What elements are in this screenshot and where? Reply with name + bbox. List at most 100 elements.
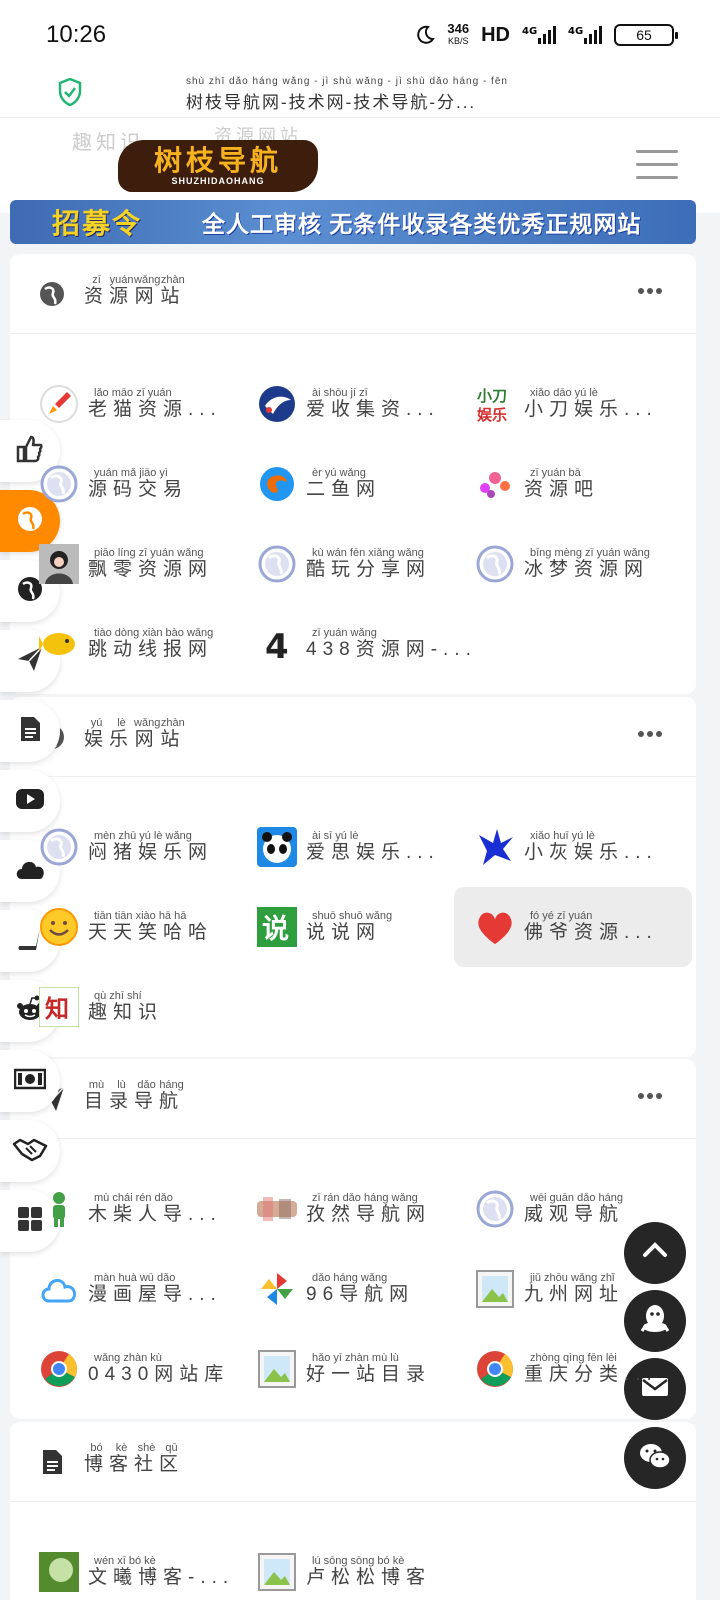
title-char: dǎo 导 (134, 1079, 159, 1113)
title-char: lù 录 (109, 1079, 134, 1113)
security-shield-icon[interactable] (58, 78, 82, 106)
smiley-icon (38, 906, 80, 948)
site-name: zī yuán wǎng 438资源网-... (306, 627, 477, 661)
site-name: tiān tiān xiào hā hā 天天笑哈哈 (88, 910, 213, 944)
site-label: 好一站目录 (306, 1364, 432, 1385)
title-hanzi: 乐 (109, 729, 135, 750)
site-link[interactable]: zī rán dǎo háng wǎng 孜然导航网 (228, 1169, 446, 1249)
site-name: xiǎo dāo yú lè 小刀娱乐... (524, 387, 658, 421)
nav-handshake-icon[interactable] (0, 1120, 60, 1182)
site-pinyin: ài sī yú lè (312, 830, 359, 842)
panda-icon (256, 826, 298, 868)
more-icon[interactable] (638, 1093, 662, 1099)
site-link[interactable]: ài sī yú lè 爱思娱乐... (228, 807, 446, 887)
more-icon[interactable] (638, 288, 662, 294)
site-pinyin: wǎng zhàn kù (94, 1352, 162, 1364)
site-link[interactable]: kù wán fēn xiǎng wǎng 酷玩分享网 (228, 524, 446, 604)
nav-document-icon[interactable] (0, 700, 60, 762)
chevron-up-button[interactable] (624, 1222, 686, 1284)
site-label: 96导航网 (306, 1284, 415, 1305)
site-name: bīng mèng zī yuán wǎng 冰梦资源网 (524, 547, 650, 581)
site-link[interactable]: hǎo yī zhàn mù lù 好一站目录 (228, 1329, 446, 1409)
site-link[interactable]: èr yú wǎng 二鱼网 (228, 444, 446, 524)
site-link[interactable]: ài shōu jí zī 爱收集资... (228, 364, 446, 444)
signal-icon-2: 4G (568, 26, 602, 44)
site-label: 漫画屋导... (88, 1284, 222, 1305)
site-name: zī yuán bā 资源吧 (524, 467, 599, 501)
svg-text:知: 知 (45, 995, 69, 1023)
title-char: yuán 源 (109, 274, 134, 308)
section-header: mù 目 lù 录 dǎo 导 háng 航 (10, 1059, 696, 1139)
globe-icon (474, 543, 516, 585)
logo-text: 树枝导航 (153, 144, 282, 177)
site-name: zhòng qìng fēn lèi 重庆分类... (524, 1352, 658, 1386)
wechat-button[interactable] (624, 1427, 686, 1489)
dots-icon (474, 463, 516, 505)
site-link[interactable]: 说 shuō shuō wǎng 说说网 (228, 887, 446, 967)
site-name: dǎo háng wǎng 96导航网 (306, 1272, 414, 1306)
title-hanzi: 站 (160, 286, 186, 307)
more-icon[interactable] (638, 731, 662, 737)
section-header: bó 博 kè 客 shè 社 qū 区 (10, 1422, 696, 1502)
hamburger-menu-icon[interactable] (636, 150, 678, 182)
section-title: mù 目 lù 录 dǎo 导 háng 航 (84, 1079, 184, 1113)
money-icon (13, 1068, 47, 1095)
avatar-icon (38, 543, 80, 585)
status-bar: 10:26 346 KB/S HD 4G 4G 65 (0, 0, 720, 70)
nav-youtube-icon[interactable] (0, 770, 60, 832)
site-link[interactable]: dǎo háng wǎng 96导航网 (228, 1249, 446, 1329)
site-pinyin: zī yuán bā (530, 467, 581, 479)
title-char: zhàn 站 (160, 274, 185, 308)
site-pinyin: èr yú wǎng (312, 467, 366, 479)
site-pinyin: màn huà wū dǎo (94, 1272, 176, 1284)
site-link[interactable]: màn huà wū dǎo 漫画屋导... (10, 1249, 228, 1329)
site-link[interactable]: xiǎo huī yú lè 小灰娱乐... (446, 807, 664, 887)
svg-text:小刀: 小刀 (477, 387, 507, 405)
site-label: 小灰娱乐... (524, 842, 658, 863)
page-title: 树枝导航网-技术网-技术导航-分... (186, 93, 477, 112)
title-char: mù 目 (84, 1079, 109, 1113)
site-name: jiǔ zhōu wǎng zhǐ 九州网址 (524, 1272, 624, 1306)
logo-subtext: SHUZHIDAOHANG (171, 176, 265, 186)
knife-logo-icon: 小刀 娱乐 (474, 383, 516, 425)
title-pinyin: háng (159, 1079, 184, 1091)
site-name: kù wán fēn xiǎng wǎng 酷玩分享网 (306, 547, 431, 581)
site-label: 佛爷资源... (524, 922, 658, 943)
site-label: 趣知识 (88, 1002, 164, 1023)
title-char: yú 娱 (84, 717, 109, 751)
site-link[interactable]: wǎng zhàn kù 0430网站库 (10, 1329, 228, 1409)
site-name: ài sī yú lè 爱思娱乐... (306, 830, 440, 864)
site-link[interactable]: lú sōng sōng bó kè 卢松松博客 (228, 1532, 446, 1600)
site-pinyin: dǎo háng wǎng (312, 1272, 388, 1284)
avatar-green-icon (38, 1551, 80, 1593)
title-pinyin: dǎo (137, 1079, 156, 1091)
site-name: zī rán dǎo háng wǎng 孜然导航网 (306, 1192, 431, 1226)
site-name: èr yú wǎng 二鱼网 (306, 467, 381, 501)
recruit-banner[interactable]: 招募令 全人工审核 无条件收录各类优秀正规网站 (10, 200, 696, 244)
site-link[interactable]: wén xī bó kè 文曦博客-... (10, 1532, 228, 1600)
site-label: 源码交易 (88, 479, 189, 500)
site-link[interactable]: 4 zī yuán wǎng 438资源网-... (228, 604, 471, 684)
site-label: 老猫资源... (88, 399, 222, 420)
site-pinyin: wēi guān dǎo háng (530, 1192, 623, 1204)
title-char: zī 资 (84, 274, 109, 308)
site-label: 卢松松博客 (306, 1567, 432, 1588)
site-label: 二鱼网 (306, 479, 382, 500)
site-link[interactable]: bīng mèng zī yuán wǎng 冰梦资源网 (446, 524, 664, 604)
site-header: 趣知识 资源网站 树枝导航 SHUZHIDAOHANG (0, 118, 720, 213)
title-hanzi: 航 (159, 1091, 185, 1112)
svg-text:4G: 4G (522, 26, 537, 37)
title-pinyin: zhàn (160, 717, 185, 729)
site-link[interactable]: 小刀 娱乐 xiǎo dāo yú lè 小刀娱乐... (446, 364, 664, 444)
qq-button[interactable] (624, 1290, 686, 1352)
shuo-icon: 说 (256, 906, 298, 948)
site-logo[interactable]: 树枝导航 SHUZHIDAOHANG (118, 140, 318, 192)
site-link[interactable]: fó yé zī yuán 佛爷资源... (446, 887, 692, 967)
title-pinyin: lù (117, 1079, 126, 1091)
site-pinyin: mù chái rén dǎo (94, 1192, 173, 1204)
browser-title-bar[interactable]: shù zhī dǎo háng wǎng - jì shù wǎng - jì… (0, 70, 720, 118)
nav-money-icon[interactable] (0, 1050, 60, 1112)
title-hanzi: 客 (109, 1454, 135, 1475)
site-link[interactable]: zī yuán bā 资源吧 (446, 444, 664, 524)
zhi-icon: 知 (38, 986, 80, 1028)
